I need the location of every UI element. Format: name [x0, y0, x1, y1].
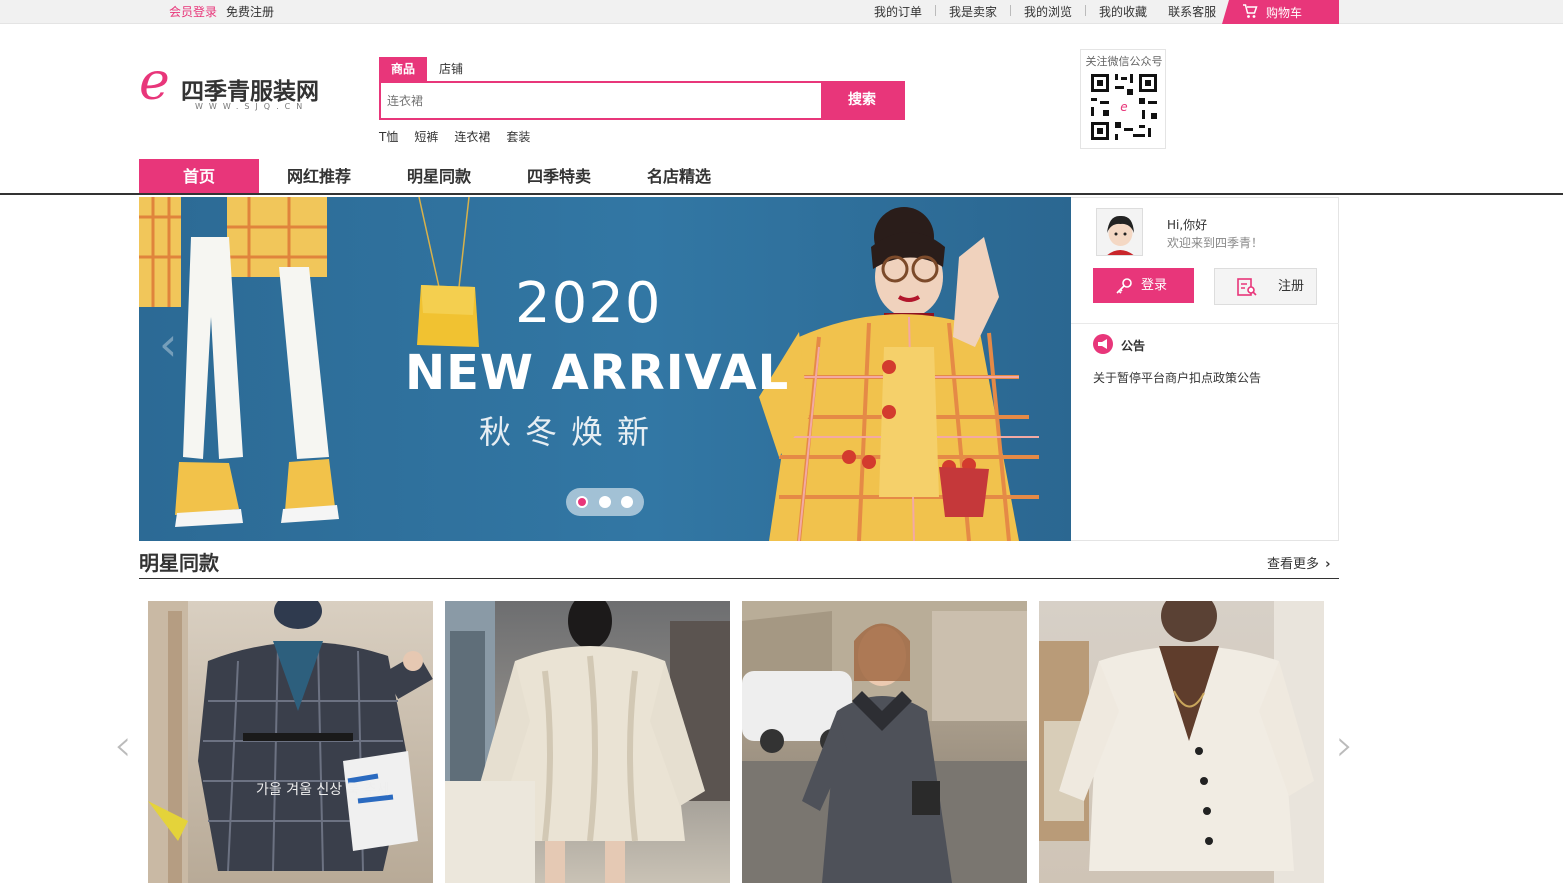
- favorites-link[interactable]: 我的收藏: [1099, 3, 1147, 20]
- banner-bag-image: [417, 197, 479, 347]
- cart-button[interactable]: 购物车: [1222, 0, 1339, 24]
- svg-text:e: e: [1120, 100, 1127, 114]
- notice-item[interactable]: 关于暂停平台商户扣点政策公告: [1093, 369, 1261, 386]
- banner-prev-arrow-icon[interactable]: ‹: [159, 317, 177, 371]
- search-tab-shops[interactable]: 店铺: [427, 57, 475, 81]
- divider: [1157, 3, 1158, 14]
- register-label: 注册: [1278, 279, 1305, 294]
- free-register-link[interactable]: 免费注册: [226, 3, 274, 20]
- logo-e-mark: e: [139, 52, 170, 112]
- banner-dot-1[interactable]: [576, 496, 588, 508]
- hotword-dress[interactable]: 连衣裙: [454, 128, 490, 145]
- product-card-1[interactable]: 가을 겨울 신상 룩 추세: [148, 601, 433, 883]
- top-links: 我的订单 我是卖家 我的浏览 我的收藏 联系客服: [874, 3, 1216, 20]
- register-form-icon: [1237, 278, 1257, 296]
- welcome-text: 欢迎来到四季青！: [1167, 236, 1264, 250]
- divider: [935, 5, 937, 16]
- banner-year: 2020: [515, 271, 662, 336]
- nav-famous-shops[interactable]: 名店精选: [619, 159, 739, 193]
- hotword-shorts[interactable]: 短裤: [414, 128, 438, 145]
- nav-influencer[interactable]: 网红推荐: [259, 159, 379, 193]
- top-bar: 会员登录 免费注册 我的订单 我是卖家 我的浏览 我的收藏 联系客服 购物车: [0, 0, 1563, 24]
- product-card-3[interactable]: [742, 601, 1027, 883]
- carousel-prev-icon[interactable]: ‹: [114, 720, 132, 771]
- browse-history-link[interactable]: 我的浏览: [1024, 3, 1072, 20]
- register-button[interactable]: 注册: [1214, 268, 1317, 305]
- logo-name: 四季青服装网: [181, 79, 319, 105]
- nav-celebrity-style[interactable]: 明星同款: [379, 159, 499, 193]
- divider: [1071, 323, 1339, 324]
- avatar-icon: [1097, 209, 1142, 255]
- product-card-4[interactable]: [1039, 601, 1324, 883]
- view-more-link[interactable]: 查看更多 ›: [1267, 553, 1331, 572]
- divider: [1085, 5, 1087, 16]
- cart-label: 购物车: [1266, 6, 1303, 20]
- hero-banner[interactable]: 2020 NEW ARRIVAL 秋冬焕新 ‹: [139, 197, 1071, 541]
- cart-icon: [1243, 4, 1258, 18]
- product-image-mohair-cardigan: [1039, 601, 1324, 883]
- user-panel: Hi,你好 欢迎来到四季青！ 登录 注册 公告 关于暂停平台商户扣点政策公告: [1071, 197, 1339, 541]
- section-divider: [139, 578, 1339, 579]
- main-nav: 首页 网红推荐 明星同款 四季特卖 名店精选: [0, 159, 1563, 195]
- hot-keywords: T恤 短裤 连衣裙 套装: [379, 128, 530, 145]
- section-title: 明星同款: [139, 551, 219, 575]
- product-image-knit-sweater: [445, 601, 730, 883]
- wechat-qr: 关注微信公众号 e: [1080, 49, 1166, 149]
- login-button[interactable]: 登录: [1093, 268, 1194, 303]
- nav-special-sale[interactable]: 四季特卖: [499, 159, 619, 193]
- login-label: 登录: [1141, 278, 1168, 293]
- qr-caption: 关注微信公众号: [1085, 55, 1163, 68]
- banner-pagination: [566, 488, 644, 516]
- qr-code-icon: e: [1088, 71, 1160, 143]
- banner-subline: 秋冬焕新: [479, 413, 664, 451]
- greeting: Hi,你好: [1167, 218, 1208, 232]
- notice-title: 公告: [1121, 339, 1146, 353]
- product-image-plaid-blazer: [148, 601, 433, 883]
- site-logo[interactable]: e 四季青服装网 WWW.SJQ.CN: [139, 52, 339, 112]
- banner-dot-3[interactable]: [621, 496, 633, 508]
- search-tab-goods[interactable]: 商品: [379, 57, 427, 81]
- carousel-next-icon[interactable]: ›: [1336, 720, 1354, 771]
- search-input[interactable]: [381, 83, 824, 118]
- product-overlay-text: 가을 겨울 신상 룩 추세: [256, 782, 390, 798]
- nav-home[interactable]: 首页: [139, 159, 259, 193]
- member-login-link[interactable]: 会员登录: [169, 3, 217, 20]
- product-card-2[interactable]: [445, 601, 730, 883]
- view-more-label: 查看更多: [1267, 557, 1320, 572]
- search-button[interactable]: 搜索: [821, 81, 903, 120]
- key-icon: [1116, 278, 1132, 294]
- product-image-grey-coat: [742, 601, 1027, 883]
- banner-headline: NEW ARRIVAL: [405, 345, 790, 401]
- contact-service-link[interactable]: 联系客服: [1168, 3, 1216, 20]
- logo-url: WWW.SJQ.CN: [195, 102, 309, 111]
- chevron-right-icon: ›: [1325, 557, 1331, 572]
- megaphone-icon: [1093, 334, 1113, 354]
- divider: [1010, 5, 1012, 16]
- search-box: 搜索: [379, 81, 905, 120]
- hotword-suit[interactable]: 套装: [506, 128, 530, 145]
- banner-dot-2[interactable]: [599, 496, 611, 508]
- my-orders-link[interactable]: 我的订单: [874, 3, 922, 20]
- hotword-tshirt[interactable]: T恤: [379, 128, 398, 145]
- avatar: [1096, 208, 1143, 256]
- seller-link[interactable]: 我是卖家: [949, 3, 997, 20]
